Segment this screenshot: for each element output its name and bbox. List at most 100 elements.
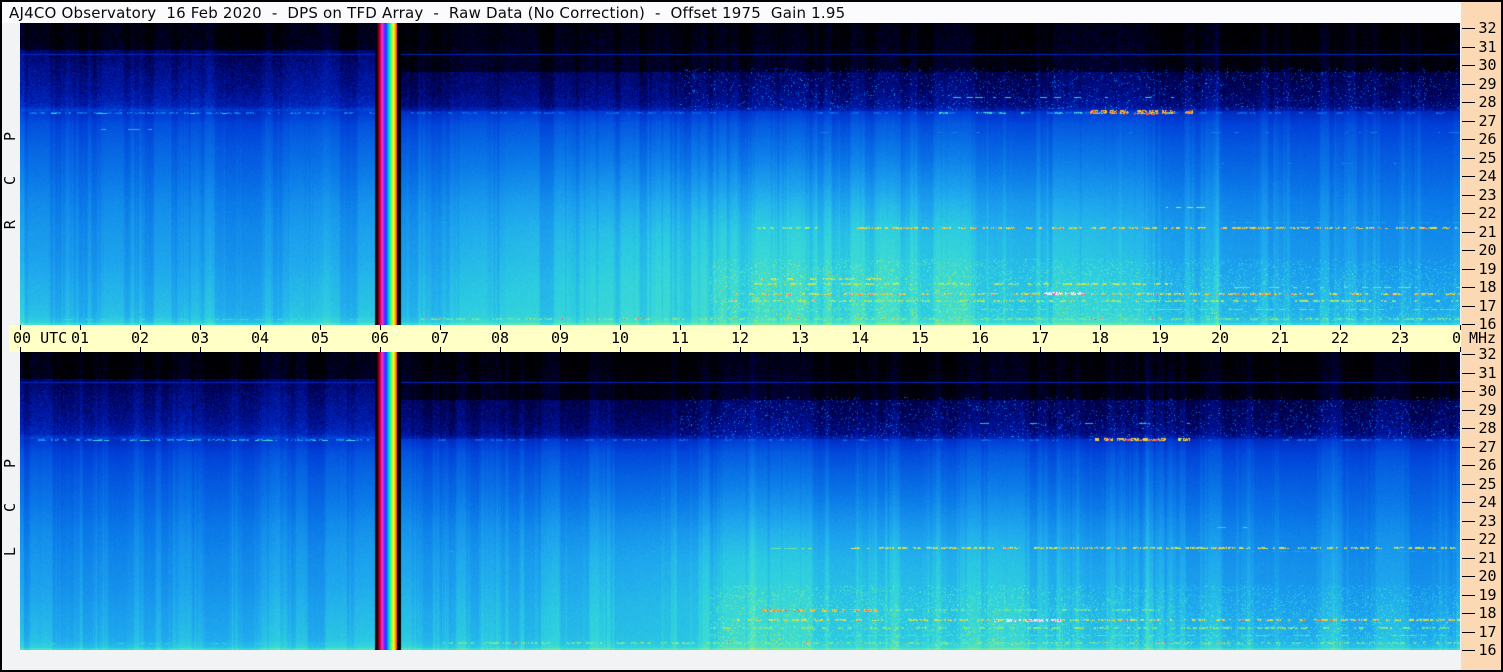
freq-tick [1462,47,1475,48]
time-tick [320,347,321,352]
time-tick-label: 18 [1090,329,1110,347]
title-bar: AJ4CO Observatory 16 Feb 2020 - DPS on T… [2,2,1461,23]
time-tick [140,347,141,352]
freq-tick-label: 31 [1478,364,1497,382]
freq-tick-label: 18 [1478,604,1497,622]
time-tick-label: 02 [130,329,150,347]
freq-tick [1462,595,1475,596]
freq-tick [1462,269,1475,270]
freq-tick-label: 23 [1478,512,1497,530]
time-tick [860,347,861,352]
freq-tick [1462,195,1475,196]
time-tick-label: 05 [310,329,330,347]
time-tick [260,347,261,352]
freq-tick [1462,650,1475,651]
freq-tick [1462,484,1475,485]
freq-tick-label: 32 [1478,345,1497,363]
freq-tick [1462,232,1475,233]
time-tick-label: 08 [490,329,510,347]
freq-tick [1462,287,1475,288]
freq-tick [1462,213,1475,214]
freq-tick-label: 20 [1478,567,1497,585]
freq-tick [1462,410,1475,411]
freq-tick-label: 26 [1478,456,1497,474]
freq-tick-label: 24 [1478,167,1497,185]
freq-tick [1462,65,1475,66]
freq-tick-label: 27 [1478,112,1497,130]
freq-tick [1462,84,1475,85]
freq-tick [1462,447,1475,448]
lcp-panel-label: L C P [1,445,19,557]
time-tick-label: 03 [190,329,210,347]
time-tick [1400,347,1401,352]
dps-window: AJ4CO Observatory 16 Feb 2020 - DPS on T… [0,0,1503,672]
freq-tick [1462,176,1475,177]
time-tick-label: 01 [70,329,90,347]
freq-tick-label: 21 [1478,549,1497,567]
freq-tick-label: 30 [1478,382,1497,400]
freq-tick-label: 31 [1478,38,1497,56]
time-tick [500,347,501,352]
freq-tick-label: 29 [1478,75,1497,93]
time-tick [620,347,621,352]
freq-tick-label: 19 [1478,586,1497,604]
time-tick [680,347,681,352]
time-tick-label: 10 [610,329,630,347]
time-tick [380,347,381,352]
freq-tick-label: 17 [1478,623,1497,641]
time-tick [560,347,561,352]
freq-tick-label: 26 [1478,130,1497,148]
freq-tick-label: 22 [1478,530,1497,548]
time-tick-label: 13 [790,329,810,347]
time-tick [740,347,741,352]
freq-tick [1462,428,1475,429]
time-tick [1040,347,1041,352]
rcp-panel-label: R C P [1,118,19,230]
time-tick-label: 04 [250,329,270,347]
freq-tick [1462,465,1475,466]
freq-tick-label: 25 [1478,149,1497,167]
freq-tick-label: 16 [1478,641,1497,659]
time-tick-label: 16 [970,329,990,347]
freq-tick [1462,139,1475,140]
freq-tick [1462,354,1475,355]
window-title: AJ4CO Observatory 16 Feb 2020 - DPS on T… [9,4,846,22]
freq-tick [1462,613,1475,614]
time-tick-label: 17 [1030,329,1050,347]
time-tick [920,347,921,352]
time-tick-label: 12 [730,329,750,347]
time-tick-label: 11 [670,329,690,347]
rcp-spectrogram [20,23,1460,325]
time-tick-label: 23 [1390,329,1410,347]
time-tick-label: 06 [370,329,390,347]
time-tick-label: 15 [910,329,930,347]
time-tick [20,347,21,352]
freq-tick-label: 28 [1478,419,1497,437]
time-tick [80,347,81,352]
time-tick-label: 22 [1330,329,1350,347]
freq-tick-label: 19 [1478,260,1497,278]
freq-tick [1462,250,1475,251]
time-tick [1100,347,1101,352]
freq-tick-label: 32 [1478,19,1497,37]
freq-tick [1462,102,1475,103]
freq-tick [1462,502,1475,503]
freq-tick-label: 20 [1478,241,1497,259]
freq-tick [1462,391,1475,392]
time-tick [800,347,801,352]
time-tick [1220,347,1221,352]
time-tick [1160,347,1161,352]
time-tick-label: 19 [1150,329,1170,347]
time-tick-label: 20 [1210,329,1230,347]
freq-tick-label: 25 [1478,475,1497,493]
freq-tick [1462,539,1475,540]
time-tick [200,347,201,352]
freq-tick [1462,558,1475,559]
freq-tick [1462,576,1475,577]
freq-tick-label: 28 [1478,93,1497,111]
time-tick-label: 21 [1270,329,1290,347]
freq-tick-label: 23 [1478,186,1497,204]
freq-tick-label: 22 [1478,204,1497,222]
freq-tick [1462,632,1475,633]
mhz-unit-label: MHz [1469,329,1497,347]
